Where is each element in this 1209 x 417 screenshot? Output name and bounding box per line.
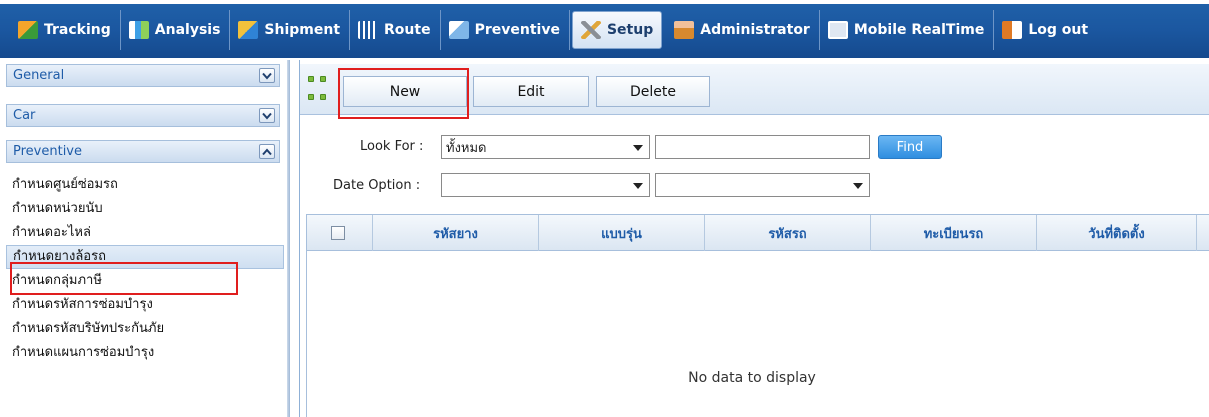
shipment-icon <box>238 21 259 39</box>
select-all-cell <box>307 215 373 251</box>
dropdown-arrow-icon <box>853 183 863 189</box>
look-for-label: Look For : <box>360 139 424 154</box>
tracking-icon <box>18 21 38 39</box>
toolbar: New Edit Delete <box>300 64 1209 115</box>
menu-item-maintenance-plan[interactable]: กำหนดแผนการซ่อมบำรุง <box>6 341 284 365</box>
administrator-icon <box>674 21 695 39</box>
menu-item-spare-parts[interactable]: กำหนดอะไหล่ <box>6 221 284 245</box>
dropdown-arrow-icon <box>633 145 643 151</box>
section-preventive-label: Preventive <box>13 144 82 159</box>
section-car[interactable]: Car <box>6 104 280 127</box>
empty-grid-message: No data to display <box>688 370 816 386</box>
nav-analysis[interactable]: Analysis <box>121 10 231 50</box>
nav-administrator[interactable]: Administrator <box>666 10 820 50</box>
nav-logout-label: Log out <box>1028 22 1089 38</box>
analysis-icon <box>128 21 149 39</box>
edit-button[interactable]: Edit <box>473 76 589 107</box>
select-all-checkbox[interactable] <box>331 226 345 240</box>
column-header-install-date[interactable]: วันที่ติดตั้ง <box>1037 215 1197 251</box>
dropdown-arrow-icon <box>633 183 643 189</box>
find-button[interactable]: Find <box>878 135 942 159</box>
nav-route-label: Route <box>384 22 431 38</box>
preventive-icon <box>448 21 469 39</box>
section-preventive[interactable]: Preventive <box>6 140 280 163</box>
setup-icon <box>580 21 601 39</box>
nav-logout[interactable]: Log out <box>994 10 1097 50</box>
date-option-select-2[interactable] <box>655 173 870 197</box>
new-button[interactable]: New <box>343 76 467 107</box>
column-header-model[interactable]: แบบรุ่น <box>539 215 705 251</box>
section-car-label: Car <box>13 108 36 123</box>
top-nav-bar: Tracking Analysis Shipment Route Prevent… <box>0 0 1209 60</box>
data-grid: รหัสยาง แบบรุ่น รหัสรถ ทะเบียนรถ วันที่ต… <box>306 214 1209 417</box>
section-general-label: General <box>13 68 65 83</box>
section-general[interactable]: General <box>6 64 280 87</box>
column-header-car-code[interactable]: รหัสรถ <box>705 215 871 251</box>
nav-shipment-label: Shipment <box>264 22 341 38</box>
nav-mobile-realtime[interactable]: Mobile RealTime <box>820 10 995 50</box>
date-option-select[interactable] <box>441 173 650 197</box>
grid-header: รหัสยาง แบบรุ่น รหัสรถ ทะเบียนรถ วันที่ต… <box>307 215 1209 251</box>
nav-preventive-label: Preventive <box>474 22 560 38</box>
nav-tracking-label: Tracking <box>44 22 111 38</box>
search-input[interactable] <box>655 135 870 159</box>
nav-shipment[interactable]: Shipment <box>230 10 351 50</box>
nav-tracking[interactable]: Tracking <box>10 10 121 50</box>
menu-item-maintenance-code[interactable]: กำหนดรหัสการซ่อมบำรุง <box>6 293 284 317</box>
column-header-tire-code[interactable]: รหัสยาง <box>373 215 539 251</box>
look-for-select[interactable]: ทั้งหมด <box>441 135 650 159</box>
nav-setup-label: Setup <box>606 22 654 38</box>
menu-item-tires[interactable]: กำหนดยางล้อรถ <box>6 245 284 269</box>
nav-mobile-realtime-label: Mobile RealTime <box>853 22 985 38</box>
nav-administrator-label: Administrator <box>700 22 810 38</box>
chevron-down-icon[interactable] <box>259 68 275 83</box>
sidebar-splitter[interactable] <box>287 60 290 417</box>
menu-item-insurance-code[interactable]: กำหนดรหัสบริษัทประกันภัย <box>6 317 284 341</box>
look-for-value: ทั้งหมด <box>446 140 487 156</box>
toolbar-grip-icon[interactable] <box>306 72 326 102</box>
preventive-menu-list: กำหนดศูนย์ซ่อมรถ กำหนดหน่วยนับ กำหนดอะไห… <box>6 173 284 365</box>
route-icon <box>358 21 379 39</box>
chevron-down-icon[interactable] <box>259 108 275 123</box>
main-menu: Tracking Analysis Shipment Route Prevent… <box>10 10 1097 50</box>
menu-item-unit[interactable]: กำหนดหน่วยนับ <box>6 197 284 221</box>
menu-item-repair-center[interactable]: กำหนดศูนย์ซ่อมรถ <box>6 173 284 197</box>
nav-analysis-label: Analysis <box>154 22 221 38</box>
date-option-label: Date Option : <box>333 178 421 193</box>
logout-icon <box>1002 21 1023 39</box>
mobile-icon <box>827 21 848 39</box>
chevron-up-icon[interactable] <box>259 144 275 159</box>
menu-item-tax-group[interactable]: กำหนดกลุ่มภาษี <box>6 269 284 293</box>
nav-preventive[interactable]: Preventive <box>441 10 570 50</box>
nav-route[interactable]: Route <box>350 10 441 50</box>
nav-setup[interactable]: Setup <box>571 11 663 49</box>
main-panel: New Edit Delete Look For : ทั้งหมด Find … <box>299 60 1209 417</box>
column-header-license-plate[interactable]: ทะเบียนรถ <box>871 215 1037 251</box>
delete-button[interactable]: Delete <box>596 76 710 107</box>
